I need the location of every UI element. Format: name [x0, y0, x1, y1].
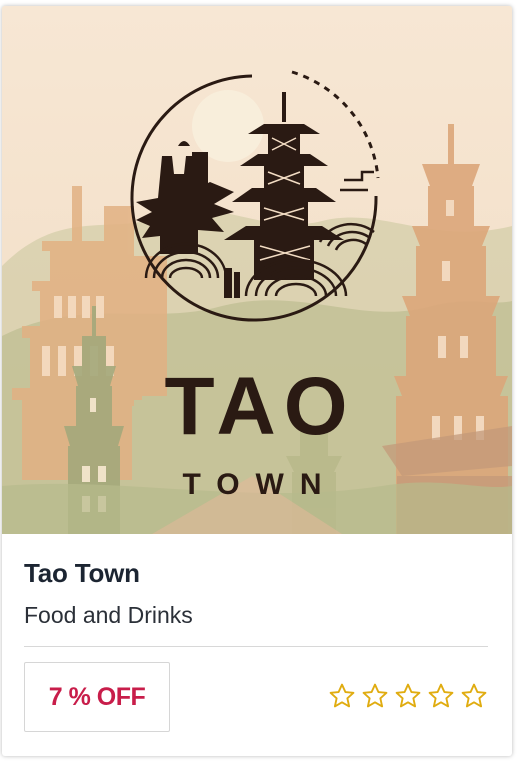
- star-rating[interactable]: [328, 682, 488, 710]
- listing-category: Food and Drinks: [24, 602, 193, 628]
- star-icon[interactable]: [394, 682, 422, 710]
- star-icon[interactable]: [460, 682, 488, 710]
- star-icon[interactable]: [328, 682, 356, 710]
- discount-button[interactable]: 7 % OFF: [24, 662, 170, 732]
- logo-subword: TOWN: [182, 468, 337, 501]
- logo-word: TAO: [164, 361, 355, 452]
- star-icon[interactable]: [361, 682, 389, 710]
- star-icon[interactable]: [427, 682, 455, 710]
- listing-title[interactable]: Tao Town: [24, 558, 140, 589]
- tao-town-logo-illustration: TAO TOWN: [2, 6, 512, 534]
- discount-label: 7 % OFF: [48, 682, 146, 711]
- listing-hero-image[interactable]: TAO TOWN: [2, 6, 512, 534]
- listing-card[interactable]: TAO TOWN Tao Town Food and Drinks 7 % OF…: [2, 6, 512, 756]
- divider: [24, 646, 488, 647]
